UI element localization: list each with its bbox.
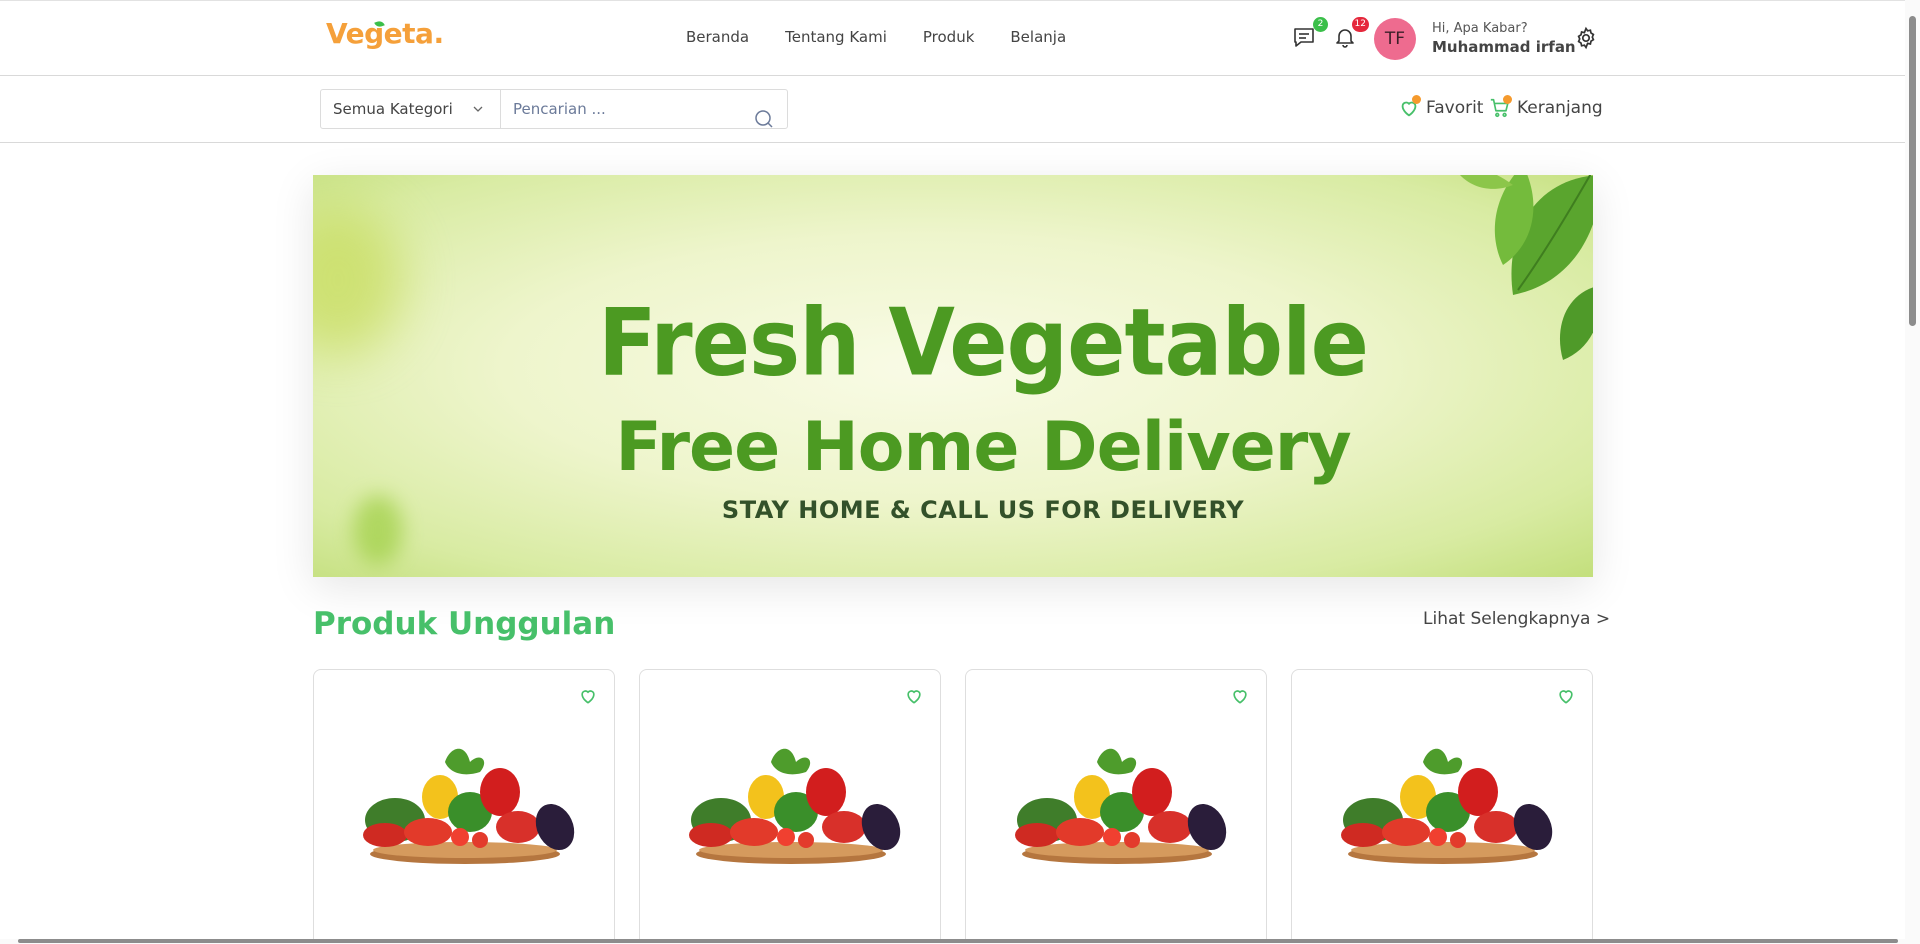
messages-button[interactable]: 2 xyxy=(1292,17,1328,53)
favorite-dot xyxy=(1412,95,1421,104)
messages-badge: 2 xyxy=(1313,17,1328,32)
brand-logo[interactable]: Vegeta. xyxy=(326,17,444,50)
vertical-scrollbar-thumb[interactable] xyxy=(1909,16,1916,326)
vegetable-basket-image xyxy=(1015,748,1227,864)
category-select[interactable]: Semua Kategori xyxy=(321,90,501,128)
see-more-link[interactable]: Lihat Selengkapnya > xyxy=(1423,609,1610,629)
horizontal-scrollbar[interactable] xyxy=(0,939,1905,944)
vegetable-basket-image xyxy=(689,748,901,864)
avatar[interactable]: TF xyxy=(1374,18,1416,60)
cart-label: Keranjang xyxy=(1517,98,1603,118)
user-name: Muhammad irfan xyxy=(1432,38,1576,56)
horizontal-scrollbar-thumb[interactable] xyxy=(18,939,1898,943)
search-box: Semua Kategori xyxy=(320,89,788,129)
banner-headline: Fresh Vegetable xyxy=(598,289,1369,397)
search-icon[interactable] xyxy=(754,108,774,128)
nav-item-belanja[interactable]: Belanja xyxy=(1010,28,1066,46)
product-card[interactable] xyxy=(639,669,941,944)
notifications-badge: 12 xyxy=(1351,17,1369,32)
favorite-label: Favorit xyxy=(1426,98,1484,118)
banner-subheadline: Free Home Delivery xyxy=(615,408,1351,487)
notifications-button[interactable]: 12 xyxy=(1333,17,1369,53)
greeting-text: Hi, Apa Kabar? xyxy=(1432,21,1528,36)
favorite-icon-wrap xyxy=(1398,95,1421,119)
featured-section-title: Produk Unggulan xyxy=(313,606,616,642)
category-selected-label: Semua Kategori xyxy=(333,100,453,118)
promo-banner[interactable]: Fresh Vegetable Free Home Delivery STAY … xyxy=(313,175,1593,577)
cart-link[interactable]: Keranjang xyxy=(1489,95,1603,119)
nav-item-beranda[interactable]: Beranda xyxy=(686,28,749,46)
search-bar-row: Semua Kategori xyxy=(0,76,1905,143)
banner-tagline: STAY HOME & CALL US FOR DELIVERY xyxy=(721,496,1245,524)
product-card[interactable] xyxy=(313,669,615,944)
product-card[interactable] xyxy=(965,669,1267,944)
search-input[interactable] xyxy=(501,90,787,128)
vertical-scrollbar[interactable] xyxy=(1905,0,1920,944)
heart-icon[interactable] xyxy=(904,686,924,706)
settings-button[interactable] xyxy=(1574,26,1602,54)
vegetable-basket-image xyxy=(363,748,575,864)
chat-icon xyxy=(1294,28,1314,47)
main-nav: Beranda Tentang Kami Produk Belanja xyxy=(686,28,1102,46)
product-card[interactable] xyxy=(1291,669,1593,944)
favorite-link[interactable]: Favorit xyxy=(1398,95,1484,119)
heart-icon[interactable] xyxy=(1556,686,1576,706)
nav-item-tentang-kami[interactable]: Tentang Kami xyxy=(785,28,887,46)
vegetable-basket-image xyxy=(1341,748,1553,864)
user-greeting[interactable]: Hi, Apa Kabar? Muhammad irfan xyxy=(1432,21,1576,56)
chevron-down-icon xyxy=(473,106,483,112)
gear-icon xyxy=(1577,26,1595,50)
heart-icon[interactable] xyxy=(578,686,598,706)
cart-dot xyxy=(1503,95,1512,104)
heart-icon[interactable] xyxy=(1230,686,1250,706)
cart-icon-wrap xyxy=(1489,95,1512,119)
top-navbar: Vegeta. Beranda Tentang Kami Produk Bela… xyxy=(0,0,1905,76)
nav-item-produk[interactable]: Produk xyxy=(923,28,975,46)
